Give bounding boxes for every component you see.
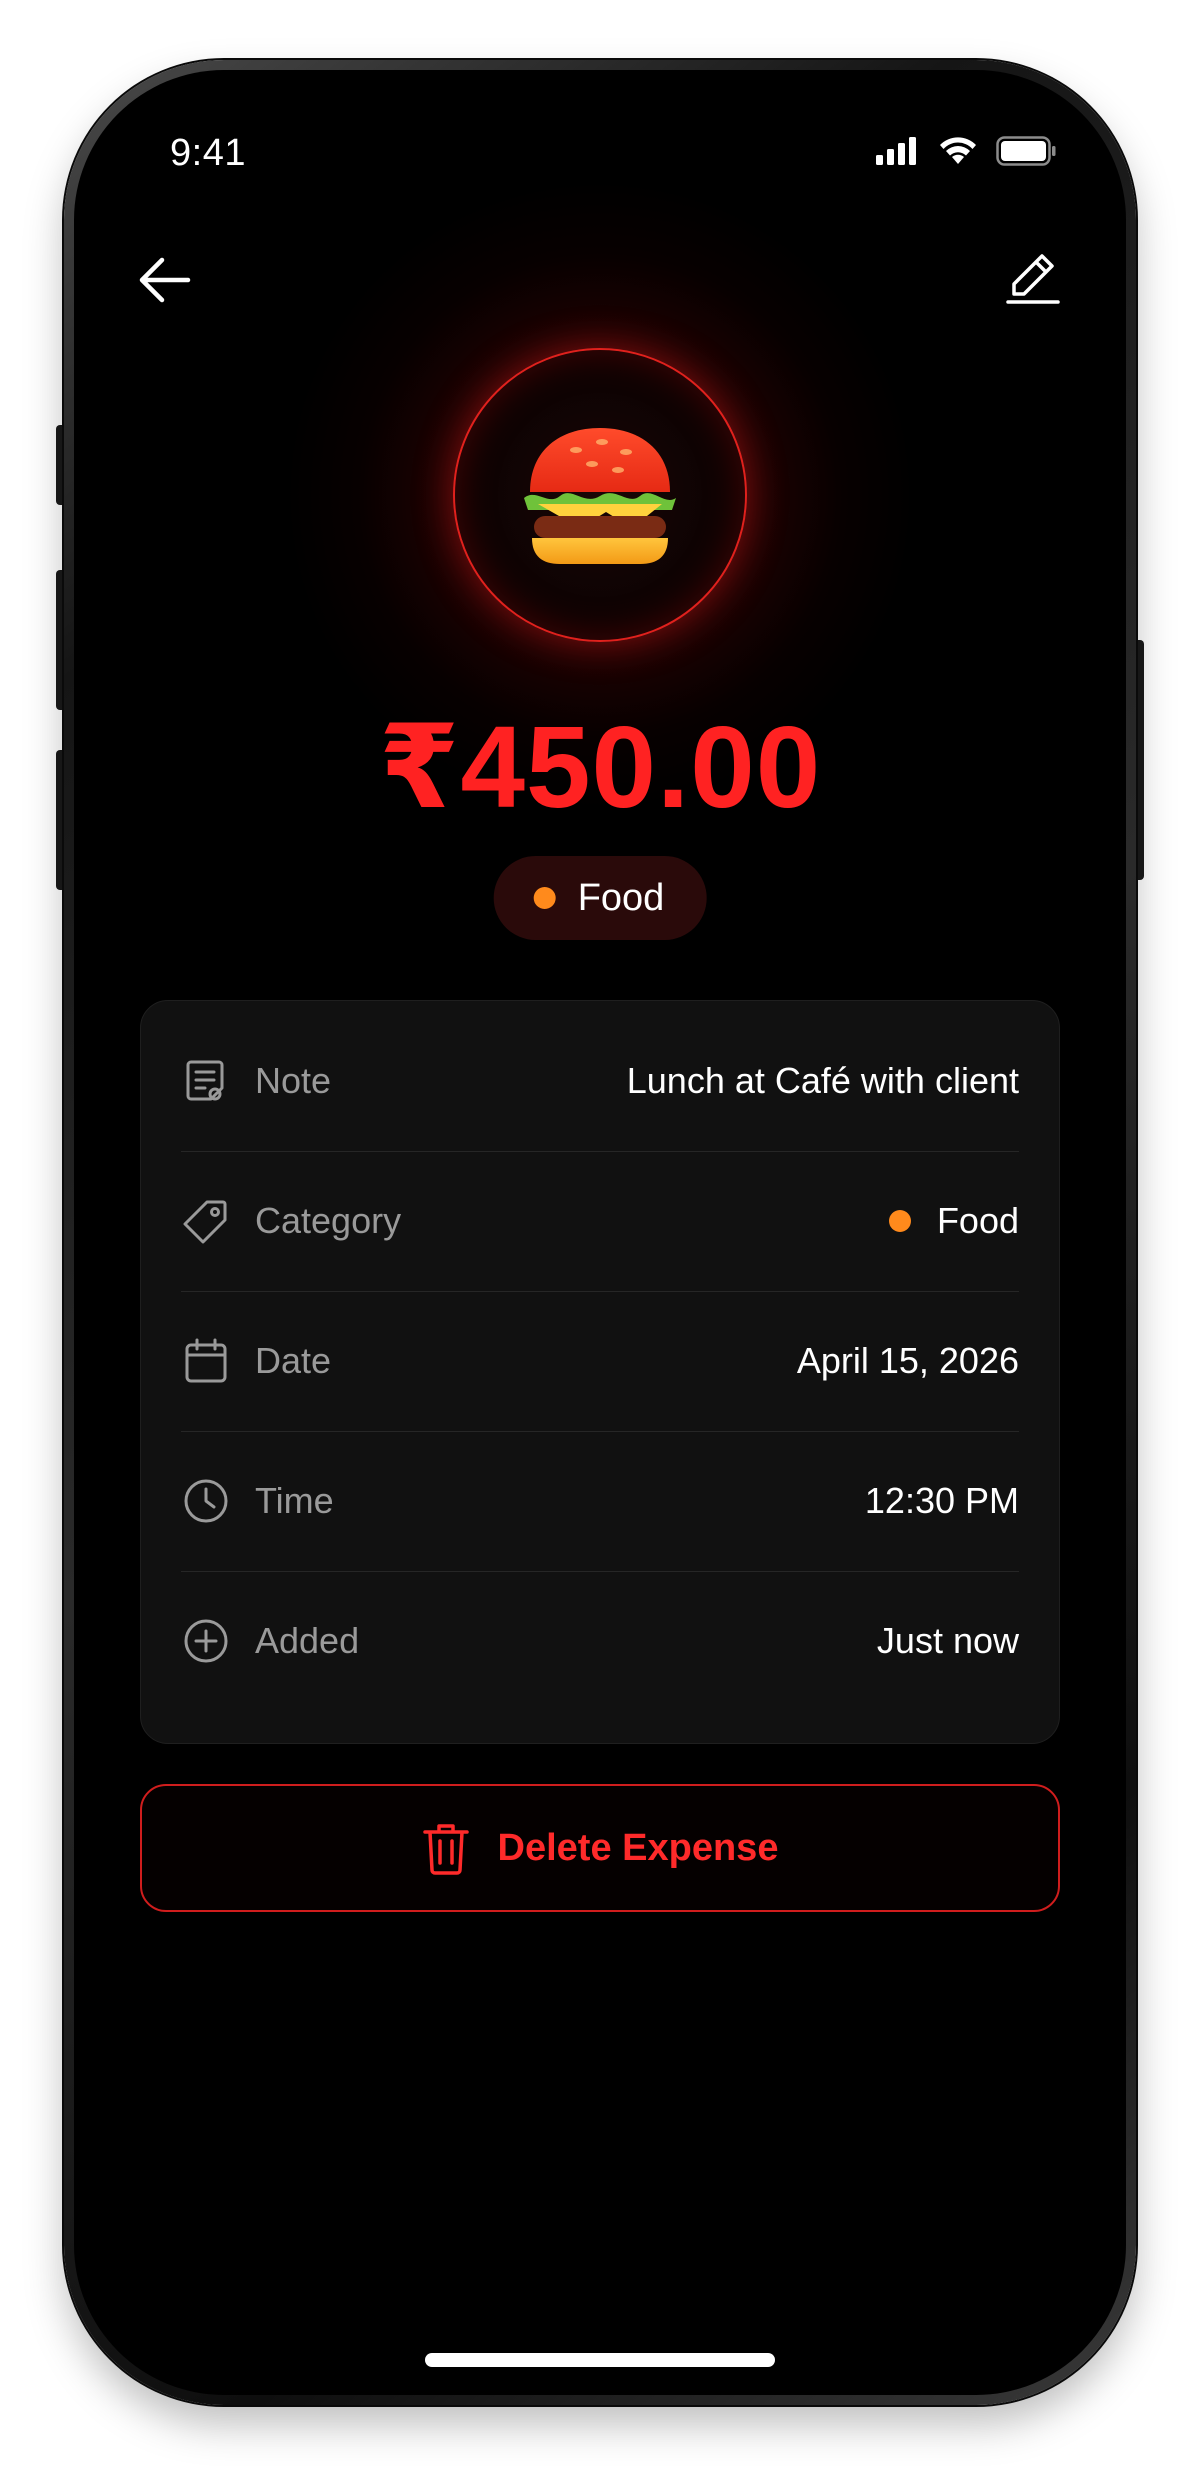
detail-row-date: Date April 15, 2026 xyxy=(181,1291,1019,1431)
detail-label: Category xyxy=(255,1200,402,1241)
detail-value: Lunch at Café with client xyxy=(627,1060,1019,1102)
category-color-dot xyxy=(533,887,556,909)
category-value: Food xyxy=(936,1200,1019,1241)
added-value: Just now xyxy=(876,1620,1019,1661)
back-button[interactable] xyxy=(134,250,194,310)
expense-amount: ₹450.00 xyxy=(378,702,822,832)
home-indicator[interactable] xyxy=(425,2353,775,2367)
tag-icon xyxy=(181,1196,231,1246)
phone-frame: 9:41 ₹450.00 Food Note Lunch at Café wit… xyxy=(64,60,1136,2405)
detail-value: Food xyxy=(888,1200,1019,1242)
signal-icon xyxy=(876,137,916,165)
burger-icon xyxy=(524,428,676,564)
category-pill-label: Food xyxy=(577,876,665,919)
detail-label: Note xyxy=(255,1060,332,1101)
device-canvas: 9:41 ₹450.00 Food Note Lunch at Café wit… xyxy=(0,0,1200,2466)
status-time: 9:41 xyxy=(170,132,246,174)
edit-button[interactable] xyxy=(1002,246,1064,308)
date-value: April 15, 2026 xyxy=(796,1340,1019,1381)
delete-expense-button[interactable]: Delete Expense xyxy=(140,1784,1060,1912)
note-icon xyxy=(181,1056,231,1106)
battery-icon xyxy=(996,136,1056,166)
detail-value: 12:30 PM xyxy=(865,1480,1019,1522)
detail-row-time: Time 12:30 PM xyxy=(181,1431,1019,1571)
wifi-icon xyxy=(940,137,976,164)
detail-label: Date xyxy=(255,1340,332,1381)
detail-row-added: Added Just now xyxy=(181,1571,1019,1711)
detail-value: April 15, 2026 xyxy=(797,1340,1019,1382)
category-icon-circle xyxy=(453,348,747,642)
category-pill: Food xyxy=(493,856,707,940)
trash-icon xyxy=(422,1824,469,1875)
detail-value: Just now xyxy=(877,1620,1019,1662)
calendar-icon xyxy=(181,1336,231,1386)
details-card: Note Lunch at Café with client Category xyxy=(140,1000,1060,1744)
detail-label: Time xyxy=(255,1480,334,1521)
delete-expense-label: Delete Expense xyxy=(497,1826,779,1869)
note-value: Lunch at Café with client xyxy=(626,1060,1019,1101)
screen: 9:41 ₹450.00 Food Note Lunch at Café wit… xyxy=(74,70,1126,2395)
clock-icon xyxy=(181,1476,231,1526)
detail-row-category: Category Food xyxy=(181,1151,1019,1291)
category-color-dot xyxy=(888,1210,911,1232)
status-icons xyxy=(876,136,1056,166)
detail-row-note: Note Lunch at Café with client xyxy=(181,1011,1019,1151)
time-value: 12:30 PM xyxy=(864,1480,1019,1521)
detail-label: Added xyxy=(255,1620,360,1661)
pencil-icon xyxy=(1006,254,1060,304)
arrow-left-icon xyxy=(139,257,191,303)
plus-circle-icon xyxy=(181,1616,231,1666)
